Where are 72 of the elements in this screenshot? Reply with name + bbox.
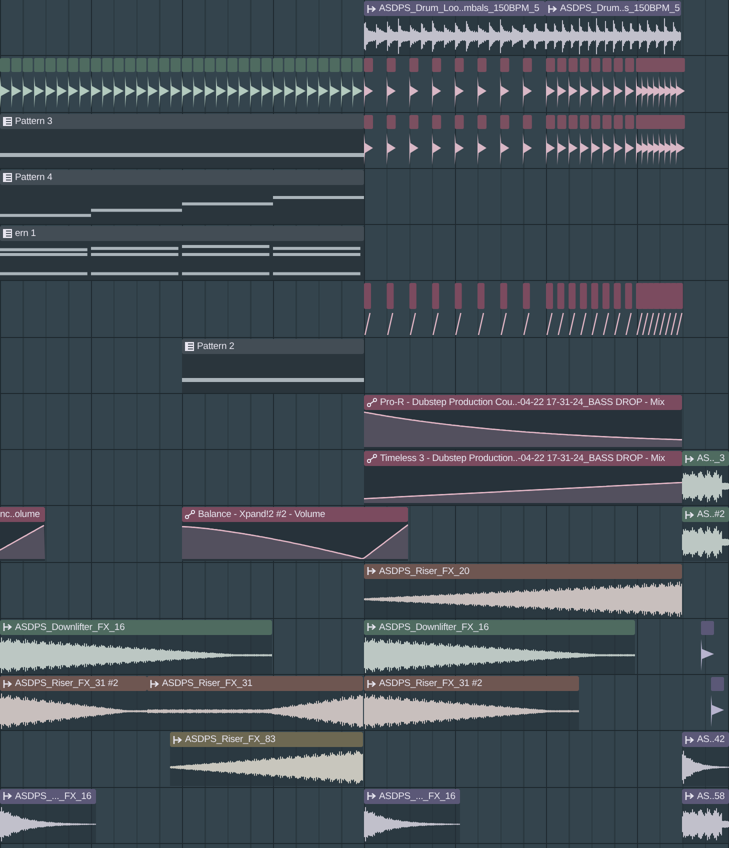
arrow-bar-icon xyxy=(548,4,557,12)
clip-label: ASDPS_Drum..s_150BPM_5 xyxy=(560,2,680,16)
clip-label: ASDPS_Riser_FX_83 xyxy=(185,733,276,748)
arrow-bar-icon xyxy=(685,736,694,744)
audio-clip[interactable]: ASDPS_Downlifter_FX_16 xyxy=(0,620,272,674)
audio-clip[interactable]: ASDPS_..._FX_16 xyxy=(0,788,96,843)
audio-clip[interactable]: AS..42 xyxy=(682,732,729,786)
automation-clip[interactable]: Timeless 3 - Dubstep Production..-04-22 17-31-24_BASS DROP - Mix xyxy=(364,451,682,506)
audio-clip[interactable]: AS..#2 xyxy=(682,507,729,562)
node-link-icon xyxy=(367,398,377,407)
audio-clip[interactable]: ASDPS_Riser_FX_31 xyxy=(147,676,363,730)
arrow-bar-icon xyxy=(3,680,12,688)
audio-clip[interactable]: AS..58 xyxy=(682,788,729,843)
clip-label: Pattern 2 xyxy=(197,340,234,354)
clip-label: AS.._3 xyxy=(697,452,725,466)
pattern-grid-icon xyxy=(3,172,12,182)
node-link-icon xyxy=(367,454,377,464)
audio-clip[interactable]: ASDPS_Riser_FX_20 xyxy=(364,564,682,618)
automation-clip[interactable]: Balance - Xpand!2 #2 - Volume xyxy=(182,507,408,562)
pattern-clip[interactable]: Pattern 2 xyxy=(182,338,364,393)
clip-label: Pro-R - Dubstep Production Cou..-04-22 17-31-24_BASS DROP - Mix xyxy=(380,396,664,410)
clip-label: ASDPS_Riser_FX_31 #2 xyxy=(15,677,118,692)
waveform-drawing xyxy=(682,467,729,506)
clip-label: ASDPS_Downlifter_FX_16 xyxy=(15,620,125,635)
arrow-bar-icon xyxy=(367,680,376,688)
audio-clip[interactable]: ASDPS_Downlifter_FX_16 xyxy=(364,620,635,674)
arrow-bar-icon xyxy=(3,792,12,800)
automation-curve xyxy=(0,524,45,560)
arrow-bar-icon xyxy=(367,4,376,12)
audio-clip[interactable]: ASDPS_Riser_FX_31 #2 xyxy=(364,676,579,730)
audio-clip[interactable]: ASDPS_Riser_FX_31 #2 xyxy=(0,676,147,730)
clip-label: nc..olume xyxy=(0,508,40,522)
clip-label: AS..#2 xyxy=(697,508,725,522)
clip-label: Balance - Xpand!2 #2 - Volume xyxy=(198,508,326,522)
clip-label: ASDPS_Riser_FX_31 #2 xyxy=(379,677,482,692)
node-link-icon xyxy=(185,510,195,520)
clip-label: ASDPS_Downlifter_FX_16 xyxy=(379,620,489,635)
waveform-drawing xyxy=(682,523,729,562)
audio-clip[interactable]: ASDPS_Riser_FX_83 xyxy=(170,732,363,786)
audio-clip[interactable]: ASDPS_Drum..s_150BPM_5 xyxy=(545,1,681,55)
arrow-bar-icon xyxy=(173,736,182,744)
arrow-bar-icon xyxy=(367,623,376,632)
pattern-grid-icon xyxy=(185,342,194,351)
clip-label: Timeless 3 - Dubstep Production..-04-22 17-31-24_BASS DROP - Mix xyxy=(380,452,666,466)
arrow-bar-icon xyxy=(367,792,376,800)
clip-label: AS..42 xyxy=(697,733,725,748)
clip-label: Pattern 3 xyxy=(15,114,52,129)
arrow-bar-icon xyxy=(685,454,694,463)
pattern-clip[interactable]: ern 1 xyxy=(0,226,364,280)
arrow-bar-icon xyxy=(150,680,159,688)
waveform-drawing xyxy=(682,748,729,786)
clip-label: ASDPS_Riser_FX_20 xyxy=(379,564,470,579)
automation-clip[interactable]: Pro-R - Dubstep Production Cou..-04-22 17-31-24_BASS DROP - Mix xyxy=(364,394,682,449)
clip-label: ASDPS_Drum_Loo..mbals_150BPM_5 xyxy=(379,2,540,16)
arrow-bar-icon xyxy=(685,792,694,800)
clip-label: Pattern 4 xyxy=(15,170,52,185)
clip-label: AS..58 xyxy=(697,790,725,804)
arrow-bar-icon xyxy=(3,623,12,632)
pattern-clip[interactable]: Pattern 3 xyxy=(0,114,364,168)
clip-label: ASDPS_..._FX_16 xyxy=(15,790,92,804)
audio-clip[interactable]: ASDPS_..._FX_16 xyxy=(364,788,460,843)
clip-label: ASDPS_Riser_FX_31 xyxy=(162,677,252,692)
automation-clip[interactable]: nc..olume xyxy=(0,507,45,562)
audio-clip[interactable]: ASDPS_Drum_Loo..mbals_150BPM_5 xyxy=(364,1,545,55)
pattern-grid-icon xyxy=(3,116,12,126)
pattern-clip[interactable]: Pattern 4 xyxy=(0,170,364,224)
clip-label: ASDPS_..._FX_16 xyxy=(379,790,456,804)
arrow-bar-icon xyxy=(685,510,694,519)
audio-clip[interactable]: AS.._3 xyxy=(682,451,729,506)
arrow-bar-icon xyxy=(367,567,376,576)
pattern-grid-icon xyxy=(3,229,12,238)
clip-label: ern 1 xyxy=(15,227,36,242)
